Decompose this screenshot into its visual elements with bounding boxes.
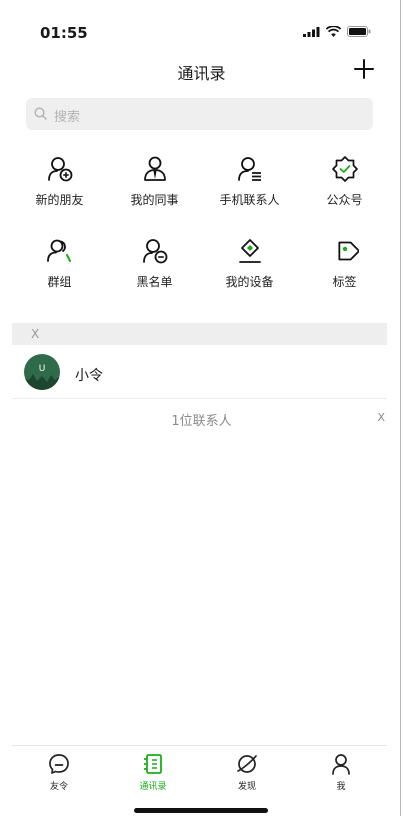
status-icons xyxy=(303,26,371,37)
section-letter: X xyxy=(31,327,40,341)
nav-header: 通讯录 xyxy=(0,52,403,88)
avatar-letter: U xyxy=(39,364,46,374)
add-button[interactable] xyxy=(351,56,377,82)
feature-label: 我的设备 xyxy=(225,275,274,289)
search-icon xyxy=(34,107,47,120)
status-time: 01:55 xyxy=(40,24,88,42)
profile-icon xyxy=(332,754,350,775)
search-placeholder: 搜索 xyxy=(54,110,81,125)
contact-count: 1位联系人 xyxy=(171,414,232,429)
battery-icon xyxy=(347,26,371,37)
feature-colleagues[interactable]: 我的同事 xyxy=(107,145,202,225)
device-icon xyxy=(238,239,261,263)
tab-contacts[interactable]: 通讯录 xyxy=(106,752,200,792)
feature-label: 群组 xyxy=(47,275,72,289)
contact-name: 小令 xyxy=(75,368,103,384)
tag-icon xyxy=(337,241,359,261)
feature-official-accounts[interactable]: 公众号 xyxy=(297,145,392,225)
wifi-icon xyxy=(326,26,341,37)
contacts-icon xyxy=(144,754,162,774)
divider xyxy=(400,0,401,816)
feature-phone-contacts[interactable]: 手机联系人 xyxy=(202,145,297,225)
signal-icon xyxy=(303,26,320,37)
feature-label: 手机联系人 xyxy=(219,193,280,207)
tab-label: 发现 xyxy=(237,782,256,792)
feature-new-friends[interactable]: 新的朋友 xyxy=(12,145,107,225)
tab-label: 通讯录 xyxy=(139,782,167,792)
chat-icon xyxy=(49,754,69,774)
phone-contacts-icon xyxy=(237,157,261,181)
feature-label: 新的朋友 xyxy=(35,193,84,207)
tab-chats[interactable]: 友令 xyxy=(12,752,106,792)
contact-row[interactable]: U 小令 xyxy=(12,346,387,399)
feature-label: 标签 xyxy=(332,275,357,289)
tab-label: 我 xyxy=(336,782,346,792)
tab-me[interactable]: 我 xyxy=(294,752,388,792)
tab-bar: 友令 通讯录 发现 我 xyxy=(12,745,387,802)
feature-label: 我的同事 xyxy=(130,193,179,207)
page-title: 通讯录 xyxy=(177,64,226,83)
discover-icon xyxy=(237,755,257,773)
section-header: X xyxy=(12,323,387,345)
home-indicator xyxy=(134,808,268,813)
group-icon xyxy=(46,239,71,262)
blacklist-icon xyxy=(142,239,167,264)
avatar: U xyxy=(24,354,60,390)
add-friend-icon xyxy=(47,157,72,182)
feature-label: 公众号 xyxy=(326,193,363,207)
feature-blacklist[interactable]: 黑名单 xyxy=(107,227,202,307)
official-account-icon xyxy=(331,156,358,182)
index-letter[interactable]: X xyxy=(377,411,385,424)
colleague-icon xyxy=(143,156,166,181)
feature-groups[interactable]: 群组 xyxy=(12,227,107,307)
feature-label: 黑名单 xyxy=(136,275,173,289)
tab-label: 友令 xyxy=(49,782,68,792)
feature-tags[interactable]: 标签 xyxy=(297,227,392,307)
search-input[interactable]: 搜索 xyxy=(26,98,373,130)
status-bar: 01:55 xyxy=(0,0,403,50)
tab-discover[interactable]: 发现 xyxy=(200,752,294,792)
feature-my-devices[interactable]: 我的设备 xyxy=(202,227,297,307)
